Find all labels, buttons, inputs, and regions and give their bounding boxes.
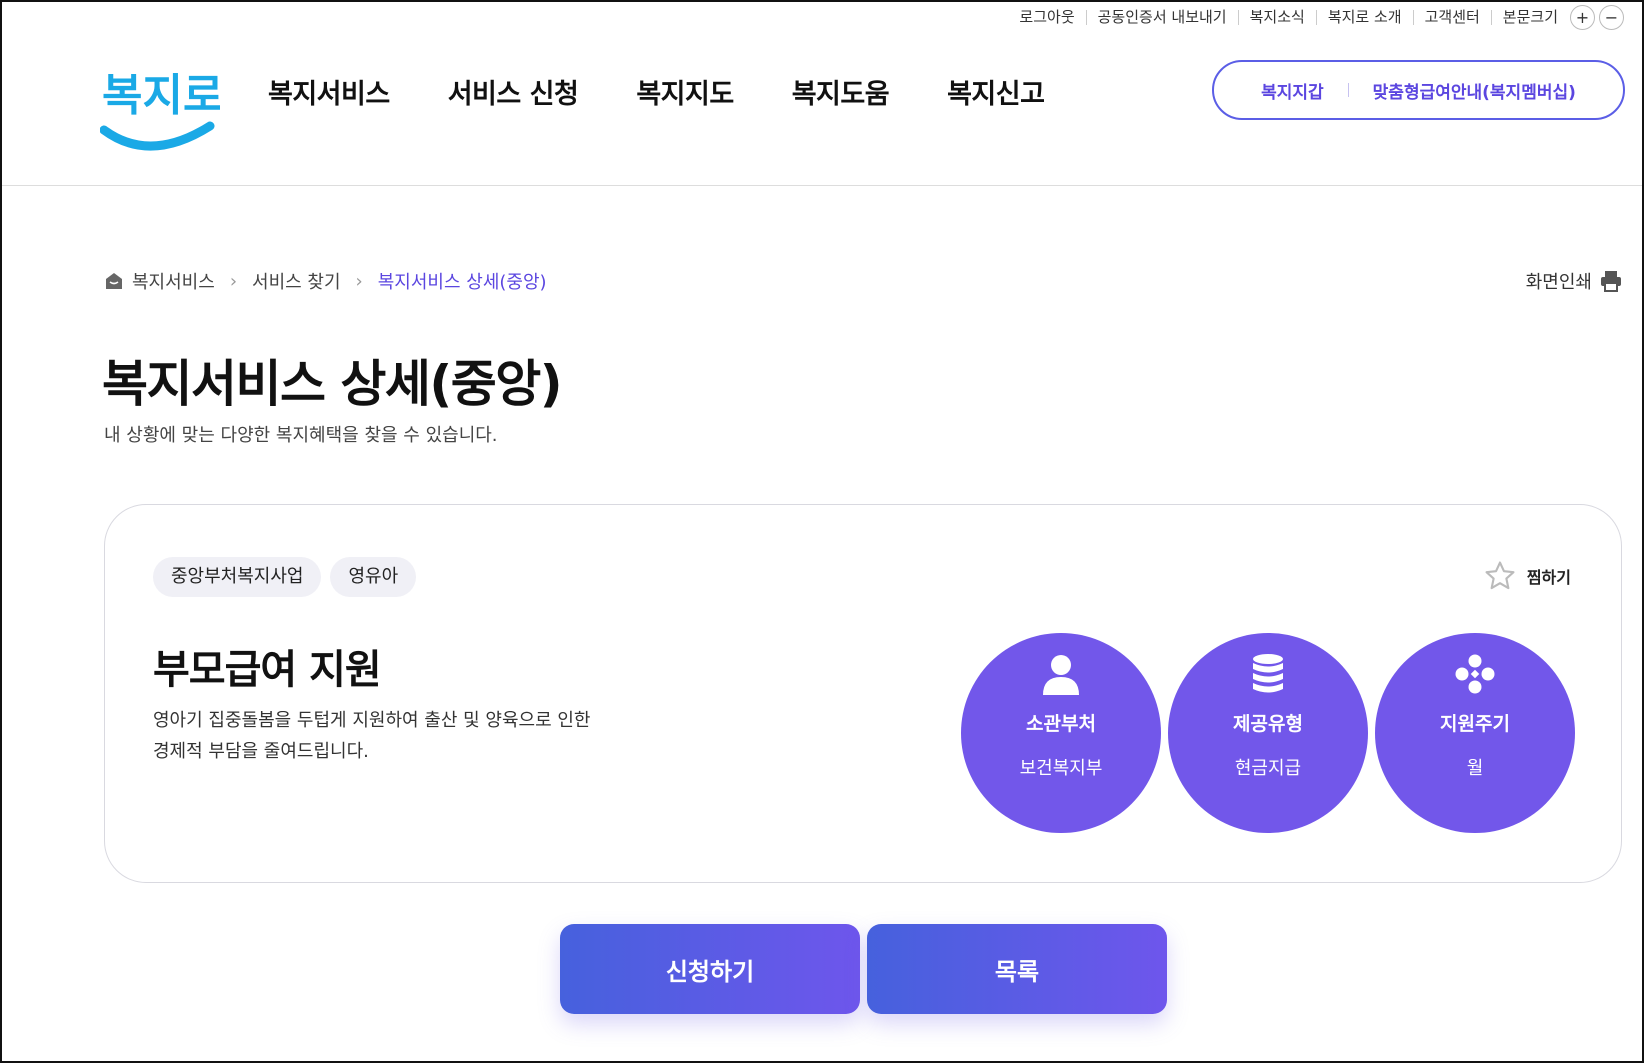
action-buttons: 신청하기 목록 bbox=[560, 924, 1174, 1014]
about-link[interactable]: 복지로 소개 bbox=[1315, 9, 1413, 25]
description-line: 경제적 부담을 줄여드립니다. bbox=[153, 741, 369, 762]
utility-bar: 로그아웃 공동인증서 내보내기 복지소식 복지로 소개 고객센터 본문크기 + … bbox=[1008, 4, 1624, 30]
info-value: 보건복지부 bbox=[1019, 758, 1103, 779]
svg-text:복지로: 복지로 bbox=[102, 70, 220, 121]
list-button[interactable]: 목록 bbox=[867, 924, 1167, 1014]
main-nav: 복지서비스 서비스 신청 복지지도 복지도움 복지신고 bbox=[268, 72, 1102, 111]
font-decrease-button[interactable]: − bbox=[1599, 4, 1624, 30]
info-label: 제공유형 bbox=[1233, 713, 1303, 735]
info-value: 현금지급 bbox=[1234, 758, 1302, 779]
page-title: 복지서비스 상세(중앙) bbox=[102, 355, 563, 413]
info-ministry: 소관부처 보건복지부 bbox=[961, 633, 1161, 833]
print-button[interactable]: 화면인쇄 bbox=[1526, 268, 1622, 294]
breadcrumb-item-welfare-service[interactable]: 복지서비스 bbox=[132, 268, 215, 294]
cert-export-link[interactable]: 공동인증서 내보내기 bbox=[1085, 9, 1238, 25]
nav-service-apply[interactable]: 서비스 신청 bbox=[448, 72, 579, 111]
favorite-button[interactable]: 찜하기 bbox=[1483, 559, 1571, 593]
welfare-news-link[interactable]: 복지소식 bbox=[1237, 9, 1316, 25]
coin-stack-icon bbox=[1253, 654, 1283, 693]
breadcrumb-separator: › bbox=[229, 270, 238, 292]
cycle-dots-icon bbox=[1455, 654, 1495, 694]
quick-links-pill: 복지지갑 맞춤형급여안내(복지멤버십) bbox=[1212, 60, 1625, 120]
site-logo[interactable]: 복지로 bbox=[99, 52, 223, 162]
info-support-cycle: 지원주기 월 bbox=[1375, 633, 1575, 833]
info-label: 소관부처 bbox=[1026, 713, 1096, 735]
person-icon bbox=[1043, 655, 1079, 695]
info-provision-type: 제공유형 현금지급 bbox=[1168, 633, 1368, 833]
breadcrumb: 복지서비스 › 서비스 찾기 › 복지서비스 상세(중앙) bbox=[104, 268, 547, 294]
tag-central-ministry: 중앙부처복지사업 bbox=[153, 557, 322, 597]
customer-center-link[interactable]: 고객센터 bbox=[1412, 9, 1491, 25]
service-title: 부모급여 지원 bbox=[153, 647, 382, 693]
nav-welfare-map[interactable]: 복지지도 bbox=[636, 72, 734, 111]
welfare-wallet-link[interactable]: 복지지갑 bbox=[1261, 78, 1324, 103]
logo-image: 복지로 bbox=[99, 70, 223, 151]
font-size-label: 본문크기 bbox=[1490, 9, 1566, 25]
breadcrumb-separator: › bbox=[355, 270, 363, 292]
breadcrumb-item-service-search[interactable]: 서비스 찾기 bbox=[252, 268, 341, 294]
description-line: 영아기 집중돌봄을 두텁게 지원하여 출산 및 양육으로 인한 bbox=[153, 710, 591, 731]
print-label: 화면인쇄 bbox=[1525, 272, 1592, 293]
page-subtitle: 내 상황에 맞는 다양한 복지혜택을 찾을 수 있습니다. bbox=[104, 425, 498, 446]
font-increase-button[interactable]: + bbox=[1570, 4, 1595, 30]
info-value: 월 bbox=[1466, 758, 1484, 779]
nav-welfare-service[interactable]: 복지서비스 bbox=[268, 72, 390, 111]
apply-button[interactable]: 신청하기 bbox=[560, 924, 860, 1014]
nav-welfare-help[interactable]: 복지도움 bbox=[792, 72, 890, 111]
service-info-circles: 소관부처 보건복지부 제공유형 현금지급 지원주기 월 bbox=[961, 633, 1582, 833]
service-card: 중앙부처복지사업 영유아 찜하기 부모급여 지원 영아기 집중돌봄을 두텁게 지… bbox=[104, 504, 1622, 883]
home-icon[interactable] bbox=[104, 271, 124, 291]
pill-divider bbox=[1347, 83, 1349, 97]
printer-icon bbox=[1601, 271, 1621, 292]
nav-welfare-report[interactable]: 복지신고 bbox=[947, 72, 1045, 111]
breadcrumb-item-current: 복지서비스 상세(중앙) bbox=[377, 272, 547, 293]
star-icon bbox=[1485, 561, 1515, 590]
service-description: 영아기 집중돌봄을 두텁게 지원하여 출산 및 양육으로 인한 경제적 부담을 … bbox=[153, 705, 633, 767]
membership-link[interactable]: 맞춤형급여안내(복지멤버십) bbox=[1373, 78, 1576, 103]
tag-list: 중앙부처복지사업 영유아 bbox=[153, 557, 425, 597]
info-label: 지원주기 bbox=[1440, 713, 1510, 735]
favorite-label: 찜하기 bbox=[1526, 568, 1571, 587]
tag-infant: 영유아 bbox=[330, 557, 417, 597]
logout-link[interactable]: 로그아웃 bbox=[1008, 9, 1085, 25]
header-divider bbox=[2, 185, 1642, 186]
